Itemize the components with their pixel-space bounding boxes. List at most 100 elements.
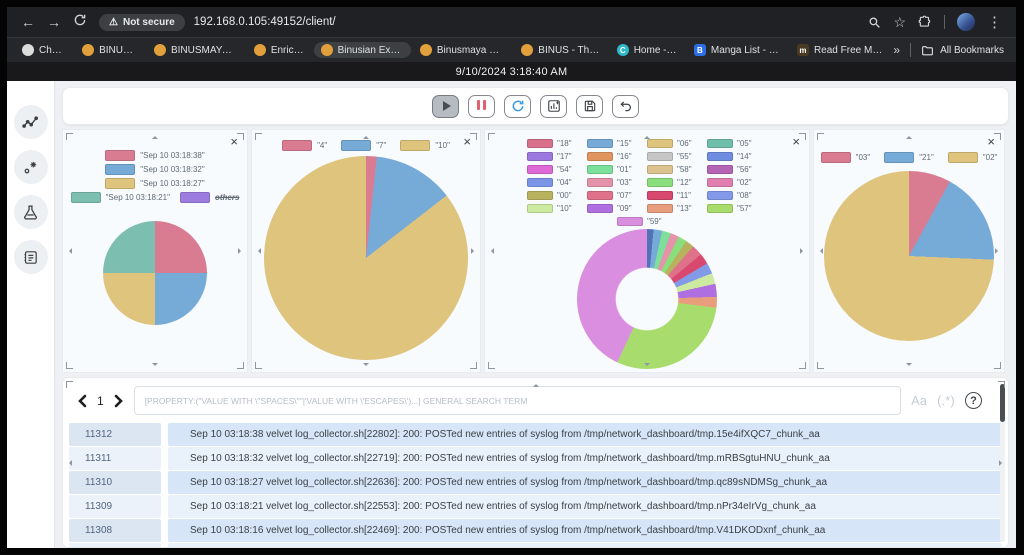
- close-panel-icon[interactable]: ×: [230, 135, 238, 148]
- close-panel-icon[interactable]: ×: [463, 135, 471, 148]
- panel-arrow-right-icon[interactable]: [999, 459, 1005, 466]
- resize-handle-tr[interactable]: [237, 133, 244, 140]
- url-text[interactable]: 192.168.0.105:49152/client/: [194, 16, 336, 28]
- bookmark-item[interactable]: Enrichment: [247, 42, 312, 58]
- reload-icon[interactable]: [69, 7, 91, 37]
- panel-arrow-left-icon[interactable]: [488, 248, 494, 254]
- add-chart-button[interactable]: [540, 94, 567, 118]
- legend-item[interactable]: "05": [707, 138, 767, 149]
- log-row[interactable]: 11308 Sep 10 03:18:16 velvet log_collecto…: [69, 519, 1002, 542]
- legend-item[interactable]: "11": [647, 190, 707, 201]
- back-icon[interactable]: ←: [17, 7, 39, 37]
- pie-chart-3[interactable]: [577, 229, 717, 369]
- panel-arrow-down-icon[interactable]: [152, 363, 158, 369]
- resize-handle-bl[interactable]: [66, 362, 73, 369]
- legend-item[interactable]: "55": [647, 151, 707, 162]
- log-row[interactable]: 11307 Sep 10 03:18:11 velvet log_collecto…: [69, 543, 1002, 547]
- legend-item[interactable]: "00": [527, 190, 587, 201]
- bookmark-item[interactable]: Binusmaya Practicum: [413, 42, 512, 58]
- legend-item[interactable]: "15": [587, 138, 647, 149]
- panel-arrow-left-icon[interactable]: [66, 459, 72, 466]
- legend-item[interactable]: "18": [527, 138, 587, 149]
- log-row[interactable]: 11309 Sep 10 03:18:21 velvet log_collecto…: [69, 495, 1002, 518]
- resize-handle-bl[interactable]: [817, 362, 824, 369]
- log-row[interactable]: 11310 Sep 10 03:18:27 velvet log_collecto…: [69, 471, 1002, 494]
- resize-handle-br[interactable]: [237, 362, 244, 369]
- legend-item[interactable]: "17": [527, 151, 587, 162]
- page-prev-icon[interactable]: [77, 394, 87, 408]
- resize-handle-tl[interactable]: [817, 133, 824, 140]
- legend-item[interactable]: "02": [947, 152, 997, 163]
- match-case-toggle[interactable]: Aa: [911, 394, 927, 408]
- bookmark-star-icon[interactable]: ☆: [893, 14, 906, 31]
- extensions-icon[interactable]: [918, 15, 932, 29]
- security-chip[interactable]: ⚠ Not secure: [99, 13, 185, 31]
- play-button[interactable]: [432, 94, 459, 118]
- refresh-button[interactable]: [504, 94, 531, 118]
- panel-arrow-up-icon[interactable]: [906, 133, 912, 139]
- legend-item[interactable]: "09": [587, 203, 647, 214]
- legend-item[interactable]: "06": [647, 138, 707, 149]
- close-panel-icon[interactable]: ×: [987, 135, 995, 148]
- panel-arrow-right-icon[interactable]: [238, 248, 244, 254]
- chrome-menu-icon[interactable]: ⋮: [987, 13, 1002, 31]
- profile-avatar[interactable]: [957, 13, 975, 31]
- log-row[interactable]: 11311 Sep 10 03:18:32 velvet log_collecto…: [69, 447, 1002, 470]
- legend-item[interactable]: "21": [884, 152, 934, 163]
- resize-handle-tr[interactable]: [998, 381, 1005, 388]
- bookmark-item[interactable]: BINUSMAYA - MyD...: [147, 42, 245, 58]
- save-button[interactable]: [576, 94, 603, 118]
- resize-handle-bl[interactable]: [488, 362, 495, 369]
- resize-handle-br[interactable]: [994, 362, 1001, 369]
- legend-item[interactable]: "02": [707, 177, 767, 188]
- resize-handle-tl[interactable]: [255, 133, 262, 140]
- help-button[interactable]: ?: [965, 392, 982, 409]
- legend-item[interactable]: "54": [527, 164, 587, 175]
- legend-item[interactable]: "59": [617, 216, 677, 227]
- sidebar-item-trends[interactable]: [13, 105, 48, 139]
- resize-handle-tr[interactable]: [994, 133, 1001, 140]
- panel-arrow-up-icon[interactable]: [152, 133, 158, 139]
- close-panel-icon[interactable]: ×: [792, 135, 800, 148]
- legend-item[interactable]: "4": [282, 140, 327, 151]
- legend-item[interactable]: "08": [707, 190, 767, 201]
- resize-handle-tl[interactable]: [66, 133, 73, 140]
- legend-item[interactable]: "Sep 10 03:18:32": [105, 164, 205, 175]
- resize-handle-br[interactable]: [799, 362, 806, 369]
- pie-chart-2[interactable]: [264, 156, 468, 360]
- panel-arrow-up-icon[interactable]: [532, 381, 539, 387]
- bookmark-item[interactable]: ChatGPT: [15, 42, 73, 58]
- legend-item[interactable]: "10": [400, 140, 450, 151]
- resize-handle-br[interactable]: [470, 362, 477, 369]
- legend-item[interactable]: "10": [527, 203, 587, 214]
- legend-item[interactable]: "Sep 10 03:18:38": [105, 150, 205, 161]
- panel-arrow-right-icon[interactable]: [471, 248, 477, 254]
- pie-chart-4[interactable]: [824, 171, 994, 341]
- legend-item[interactable]: "07": [587, 190, 647, 201]
- legend-item[interactable]: "03": [820, 152, 870, 163]
- panel-arrow-down-icon[interactable]: [906, 363, 912, 369]
- log-search-input[interactable]: [133, 386, 902, 415]
- bookmark-item[interactable]: C Home - Canva: [610, 42, 685, 58]
- legend-item[interactable]: "57": [707, 203, 767, 214]
- legend-item[interactable]: "Sep 10 03:18:21": [70, 192, 170, 203]
- legend-item[interactable]: others: [179, 192, 239, 203]
- regex-toggle[interactable]: (.*): [937, 394, 955, 408]
- pause-button[interactable]: [468, 94, 495, 118]
- resize-handle-tl[interactable]: [488, 133, 495, 140]
- legend-item[interactable]: "7": [341, 140, 386, 151]
- all-bookmarks-button[interactable]: All Bookmarks: [921, 44, 1004, 57]
- panel-arrow-left-icon[interactable]: [255, 248, 261, 254]
- resize-handle-tr[interactable]: [470, 133, 477, 140]
- panel-arrow-right-icon[interactable]: [800, 248, 806, 254]
- sidebar-item-logs[interactable]: [13, 240, 48, 274]
- panel-arrow-down-icon[interactable]: [644, 363, 650, 369]
- legend-item[interactable]: "56": [707, 164, 767, 175]
- bookmark-item[interactable]: m Read Free Manga O...: [790, 42, 891, 58]
- panel-arrow-right-icon[interactable]: [995, 248, 1001, 254]
- legend-item[interactable]: "01": [587, 164, 647, 175]
- panel-arrow-up-icon[interactable]: [644, 133, 650, 139]
- forward-icon[interactable]: →: [43, 7, 65, 37]
- resize-handle-bl[interactable]: [255, 362, 262, 369]
- legend-item[interactable]: "14": [707, 151, 767, 162]
